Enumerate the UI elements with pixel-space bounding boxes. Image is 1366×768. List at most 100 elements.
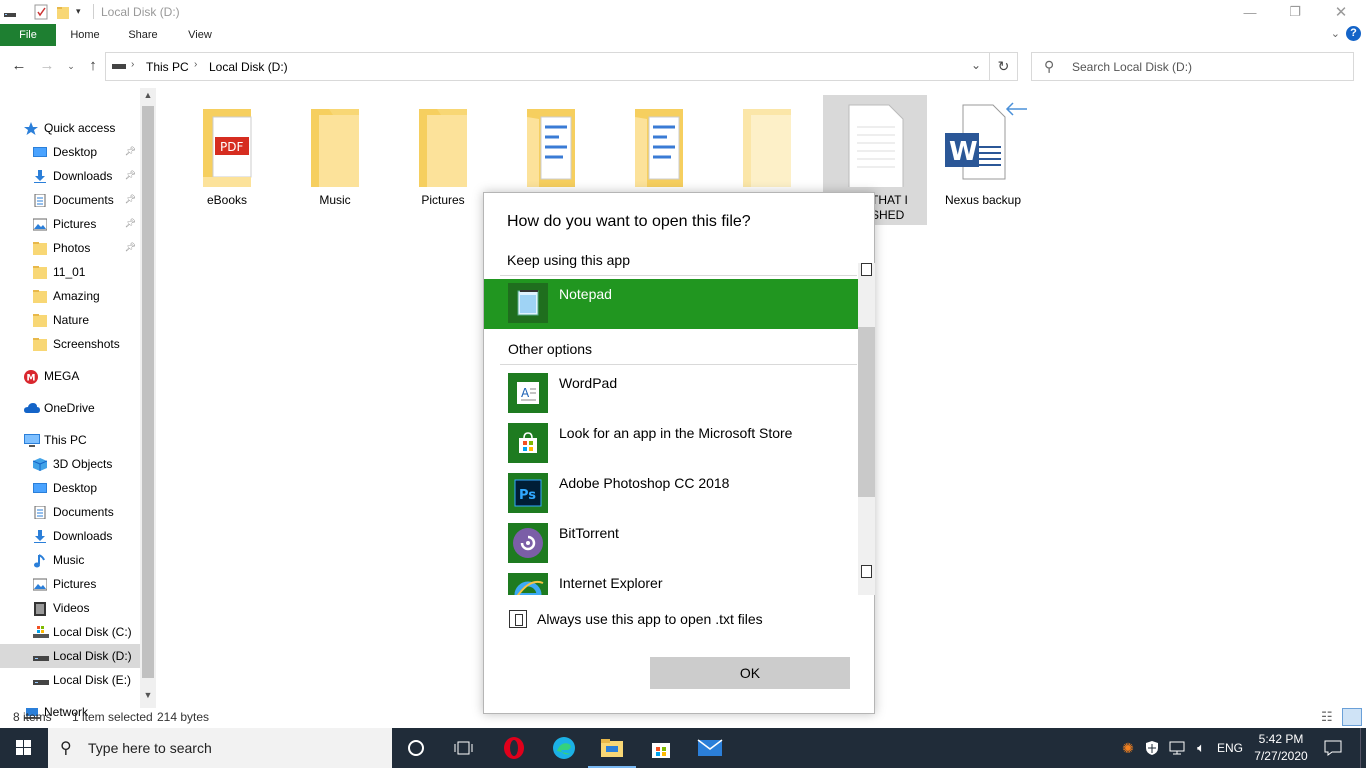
network-status-icon[interactable] (1166, 728, 1188, 768)
notifications-icon[interactable] (1318, 728, 1348, 768)
large-icons-view-icon[interactable] (1342, 708, 1362, 726)
file-item[interactable]: PDF eBooks (175, 95, 279, 225)
folder-faded-icon (735, 97, 799, 190)
minimize-button[interactable]: — (1227, 0, 1273, 24)
tab-file[interactable]: File (0, 24, 56, 46)
recent-locations-icon[interactable]: ⌄ (62, 57, 80, 75)
close-button[interactable]: ✕ (1318, 0, 1364, 24)
nav-item-documents[interactable]: Documents (0, 500, 140, 524)
breadcrumb-this-pc[interactable]: This PC (146, 60, 189, 74)
nav-item-label: Pictures (53, 217, 97, 231)
nav-item-onedrive[interactable]: OneDrive (0, 396, 140, 420)
nav-item-music[interactable]: Music (0, 548, 140, 572)
nav-item-label: 3D Objects (53, 457, 113, 471)
search-input[interactable] (1072, 58, 1342, 76)
avast-icon[interactable]: ✺ (1118, 728, 1138, 768)
always-use-checkbox[interactable] (509, 610, 527, 628)
app-option-photoshop[interactable]: Ps Adobe Photoshop CC 2018 (484, 469, 858, 519)
nav-item-quick-access[interactable]: Quick access (0, 116, 140, 140)
nav-item-pictures[interactable]: Pictures 📌︎ (0, 212, 140, 236)
properties-icon[interactable] (33, 4, 49, 20)
app-option-bittorrent[interactable]: BitTorrent (484, 519, 858, 569)
nav-item-amazing[interactable]: Amazing (0, 284, 140, 308)
edge-icon[interactable] (540, 728, 588, 768)
language-indicator[interactable]: ENG (1214, 728, 1246, 768)
tab-share[interactable]: Share (118, 24, 168, 46)
opera-icon[interactable] (490, 728, 538, 768)
help-icon[interactable]: ? (1346, 26, 1361, 41)
address-bar[interactable]: › This PC › Local Disk (D:) ⌄ (105, 52, 990, 81)
nav-item-pictures[interactable]: Pictures (0, 572, 140, 596)
file-explorer-icon[interactable] (588, 728, 636, 768)
app-option-store[interactable]: Look for an app in the Microsoft Store (484, 419, 858, 469)
back-arrow-icon[interactable]: ← (10, 57, 28, 75)
search-box[interactable]: ⚲ (1031, 52, 1354, 81)
file-item[interactable]: W Nexus backup (931, 95, 1035, 225)
nav-item-downloads[interactable]: Downloads (0, 524, 140, 548)
mail-icon[interactable] (686, 728, 734, 768)
scroll-down-button[interactable] (861, 565, 872, 578)
breadcrumb-separator-icon[interactable]: › (194, 59, 197, 70)
show-desktop-button[interactable] (1360, 728, 1366, 768)
taskbar-clock[interactable]: 5:42 PM 7/27/2020 (1248, 731, 1314, 765)
nav-item-screenshots[interactable]: Screenshots (0, 332, 140, 356)
breadcrumb-local-disk[interactable]: Local Disk (D:) (209, 60, 288, 74)
forward-arrow-icon[interactable]: → (38, 57, 56, 75)
nav-item-desktop[interactable]: Desktop (0, 476, 140, 500)
up-arrow-icon[interactable]: ↑ (84, 57, 102, 75)
other-options-label: Other options (508, 341, 593, 357)
nav-item-local-disk-e[interactable]: Local Disk (E:) (0, 668, 140, 692)
nav-item-desktop[interactable]: Desktop 📌︎ (0, 140, 140, 164)
nav-item-photos[interactable]: Photos 📌︎ (0, 236, 140, 260)
drive-icon[interactable] (3, 4, 17, 20)
ok-button[interactable]: OK (650, 657, 850, 689)
nav-item-videos[interactable]: Videos (0, 596, 140, 620)
app-option-notepad[interactable]: Notepad (484, 279, 858, 329)
always-use-option[interactable]: Always use this app to open .txt files (509, 609, 763, 629)
nav-item-local-disk-c[interactable]: Local Disk (C:) (0, 620, 140, 644)
tab-view[interactable]: View (175, 24, 225, 46)
divider (500, 364, 857, 365)
maximize-button[interactable]: ❐ (1272, 0, 1318, 24)
nav-item-label: Screenshots (53, 337, 120, 351)
app-option-internet-explorer[interactable]: Internet Explorer (484, 569, 858, 595)
cortana-icon[interactable] (392, 728, 440, 768)
nav-item-label: Local Disk (D:) (53, 649, 132, 663)
app-option-wordpad[interactable]: A WordPad (484, 369, 858, 419)
microsoft-store-icon[interactable] (637, 728, 685, 768)
app-name: Adobe Photoshop CC 2018 (559, 475, 730, 491)
nav-item-11-01[interactable]: 11_01 (0, 260, 140, 284)
refresh-button[interactable]: ↻ (990, 52, 1018, 81)
scroll-up-icon[interactable]: ▲ (140, 90, 156, 100)
dialog-scroll-thumb[interactable] (858, 327, 875, 497)
details-view-icon[interactable]: ☷ (1321, 709, 1333, 725)
volume-icon[interactable]: 🔈︎ (1190, 728, 1212, 768)
nav-item-this-pc[interactable]: This PC (0, 428, 140, 452)
folder-icon (33, 265, 47, 279)
tab-home[interactable]: Home (60, 24, 110, 46)
start-button[interactable] (0, 728, 48, 768)
nav-item-downloads[interactable]: Downloads 📌︎ (0, 164, 140, 188)
file-item[interactable]: Pictures (391, 95, 495, 225)
nav-scrollbar[interactable]: ▲ ▼ (140, 88, 156, 708)
new-folder-icon[interactable] (56, 4, 70, 20)
scroll-up-button[interactable] (861, 263, 872, 276)
ribbon-tabs: File Home Share View ⌄ ? (0, 24, 1366, 46)
breadcrumb-separator-icon[interactable]: › (131, 59, 134, 70)
nav-item-mega[interactable]: M MEGA (0, 364, 140, 388)
nav-item-local-disk-d[interactable]: Local Disk (D:) (0, 644, 140, 668)
scroll-down-icon[interactable]: ▼ (140, 690, 156, 700)
nav-item-documents[interactable]: Documents 📌︎ (0, 188, 140, 212)
nav-item-3d-objects[interactable]: 3D Objects (0, 452, 140, 476)
task-view-icon[interactable] (440, 728, 488, 768)
3d-objects-icon (32, 457, 48, 471)
dialog-scrollbar[interactable] (858, 263, 875, 595)
nav-scroll-thumb[interactable] (142, 106, 154, 678)
customize-qat-icon[interactable]: ▾ (76, 6, 81, 22)
security-shield-icon[interactable] (1142, 728, 1162, 768)
expand-ribbon-icon[interactable]: ⌄ (1331, 27, 1340, 40)
address-history-icon[interactable]: ⌄ (971, 58, 981, 72)
nav-item-nature[interactable]: Nature (0, 308, 140, 332)
file-item[interactable]: Music (283, 95, 387, 225)
taskbar-search[interactable]: ⚲ Type here to search (48, 728, 392, 768)
